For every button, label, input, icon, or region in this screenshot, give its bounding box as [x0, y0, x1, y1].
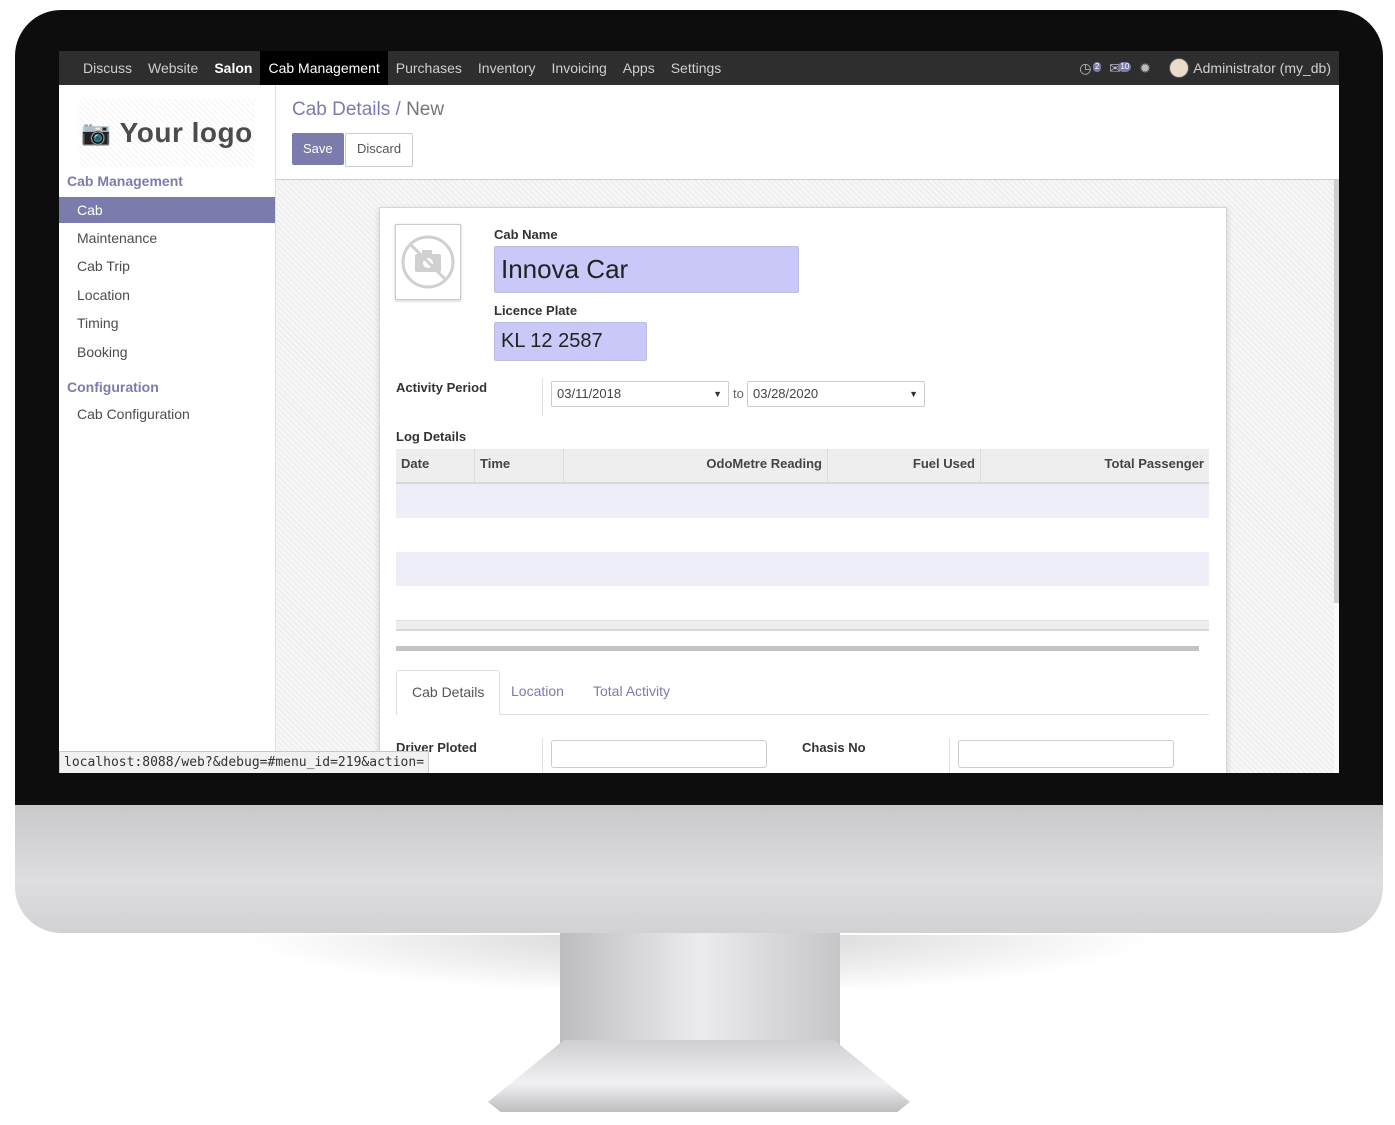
systray: ◷ 2 ✉ 10 ✹ Administrator (my_db) — [1079, 51, 1331, 85]
cab-name-input[interactable]: Innova Car — [494, 246, 799, 293]
column-total-passenger[interactable]: Total Passenger — [981, 449, 1209, 482]
section-divider — [396, 646, 1199, 651]
menu-purchases[interactable]: Purchases — [388, 51, 470, 85]
table-footer — [396, 620, 1209, 631]
sidebar-section-configuration: Configuration — [67, 379, 159, 395]
menu-website[interactable]: Website — [140, 51, 206, 85]
cab-name-label: Cab Name — [494, 227, 558, 242]
company-logo[interactable]: 📷 Your logo — [79, 99, 255, 167]
field-separator — [542, 378, 543, 416]
form-sheet: Cab Name Innova Car Licence Plate KL 12 … — [379, 207, 1227, 773]
field-separator — [542, 738, 543, 773]
avatar — [1169, 58, 1190, 78]
sidebar-item-cab-configuration[interactable]: Cab Configuration — [59, 401, 275, 427]
table-row — [396, 552, 1209, 586]
breadcrumb-parent[interactable]: Cab Details — [292, 99, 390, 120]
sidebar-item-cab-trip[interactable]: Cab Trip — [59, 253, 275, 279]
messages-badge: 10 — [1118, 62, 1132, 72]
chat-badge: 2 — [1092, 62, 1102, 72]
messages-icon[interactable]: ✉ 10 — [1109, 60, 1132, 76]
user-menu[interactable]: Administrator (my_db) — [1169, 58, 1331, 78]
chasis-no-label: Chasis No — [802, 740, 866, 755]
caret-down-icon: ▼ — [909, 389, 918, 399]
chasis-no-input[interactable] — [958, 740, 1174, 768]
breadcrumb: Cab Details / New — [292, 99, 444, 121]
sidebar-item-booking[interactable]: Booking — [59, 339, 275, 365]
sidebar-item-timing[interactable]: Timing — [59, 310, 275, 336]
top-navbar: Discuss Website Salon Cab Management Pur… — [59, 51, 1339, 85]
menu-cab-management[interactable]: Cab Management — [260, 51, 388, 85]
user-name: Administrator (my_db) — [1193, 60, 1331, 76]
debug-bug-icon[interactable]: ✹ — [1139, 60, 1159, 76]
sidebar-item-location[interactable]: Location — [59, 282, 275, 308]
screen: Discuss Website Salon Cab Management Pur… — [59, 51, 1339, 773]
table-row — [396, 518, 1209, 552]
table-header: Date Time OdoMetre Reading Fuel Used Tot… — [396, 449, 1209, 484]
app-menu: Discuss Website Salon Cab Management Pur… — [75, 51, 729, 85]
activity-period-label: Activity Period — [396, 380, 488, 395]
sidebar-item-cab[interactable]: Cab — [59, 197, 275, 223]
date-to-separator: to — [733, 386, 744, 401]
licence-plate-label: Licence Plate — [494, 303, 578, 318]
sidebar: 📷 Your logo Cab Management Cab Maintenan… — [59, 85, 276, 773]
monitor-stand-base — [488, 1040, 910, 1112]
driver-ploted-input[interactable] — [551, 740, 767, 768]
date-to-input[interactable]: 03/28/2020 ▼ — [747, 381, 925, 407]
notebook-tabs: Cab Details Location Total Activity — [396, 670, 1209, 715]
caret-down-icon: ▼ — [713, 389, 722, 399]
chat-icon[interactable]: ◷ 2 — [1079, 60, 1102, 76]
date-to-value: 03/28/2020 — [753, 386, 819, 401]
table-row — [396, 586, 1209, 620]
table-row[interactable] — [396, 484, 1209, 518]
breadcrumb-current: New — [406, 99, 445, 120]
tab-cab-details[interactable]: Cab Details — [396, 670, 501, 715]
sidebar-item-maintenance[interactable]: Maintenance — [59, 225, 275, 251]
menu-settings[interactable]: Settings — [663, 51, 730, 85]
date-from-input[interactable]: 03/11/2018 ▼ — [551, 381, 729, 407]
form-view-background: Cab Name Innova Car Licence Plate KL 12 … — [276, 180, 1334, 773]
log-details-table: Date Time OdoMetre Reading Fuel Used Tot… — [396, 449, 1209, 631]
column-odometre-reading[interactable]: OdoMetre Reading — [564, 449, 828, 482]
discard-button[interactable]: Discard — [345, 133, 414, 167]
log-details-label: Log Details — [396, 429, 467, 444]
field-separator — [949, 738, 950, 773]
menu-invoicing[interactable]: Invoicing — [544, 51, 615, 85]
column-fuel-used[interactable]: Fuel Used — [828, 449, 981, 482]
menu-discuss[interactable]: Discuss — [75, 51, 140, 85]
no-photo-icon — [401, 235, 455, 289]
column-date[interactable]: Date — [396, 449, 475, 482]
date-from-value: 03/11/2018 — [557, 386, 622, 401]
menu-salon[interactable]: Salon — [206, 51, 260, 85]
column-time[interactable]: Time — [475, 449, 564, 482]
sidebar-section-cab-management: Cab Management — [67, 173, 183, 189]
licence-plate-input[interactable]: KL 12 2587 — [494, 322, 647, 361]
logo-text: Your logo — [119, 117, 253, 148]
tab-total-activity[interactable]: Total Activity — [578, 670, 685, 714]
status-bar-url: localhost:8088/web?&debug=#menu_id=219&a… — [59, 751, 430, 773]
camera-icon: 📷 — [81, 119, 112, 147]
cab-image-field[interactable] — [395, 224, 461, 300]
tab-location[interactable]: Location — [496, 670, 579, 714]
menu-apps[interactable]: Apps — [615, 51, 663, 85]
menu-inventory[interactable]: Inventory — [470, 51, 544, 85]
monitor-chin — [15, 805, 1383, 933]
save-button[interactable]: Save — [292, 133, 344, 165]
breadcrumb-separator: / — [395, 99, 401, 120]
control-panel: Cab Details / New Save Discard — [276, 85, 1339, 180]
scrollbar[interactable] — [1334, 180, 1339, 603]
